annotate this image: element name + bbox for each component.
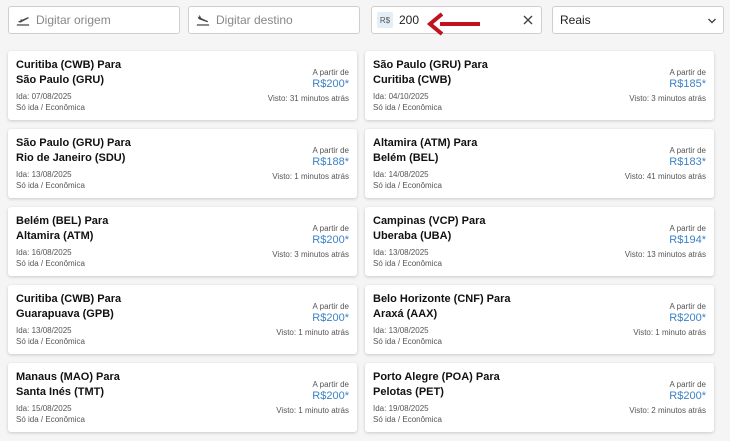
trip-type: Só ida / Econômica bbox=[16, 259, 85, 268]
flight-deal-card[interactable]: Campinas (VCP) Para Uberaba (UBA) Ida: 13… bbox=[365, 207, 714, 276]
origin-input[interactable]: Digitar origem bbox=[8, 6, 180, 34]
departure-date: Ida: 13/08/2025 bbox=[16, 326, 72, 335]
trip-type: Só ida / Econômica bbox=[373, 181, 442, 190]
seen-time: Visto: 3 minutos atrás bbox=[629, 94, 706, 103]
seen-time: Visto: 13 minutos atrás bbox=[624, 250, 706, 259]
price-prefix: A partir de bbox=[669, 146, 706, 155]
arrow-left-icon bbox=[426, 12, 480, 36]
departure-date: Ida: 13/08/2025 bbox=[373, 326, 429, 335]
route-title: Porto Alegre (POA) Para Pelotas (PET) bbox=[373, 371, 500, 398]
flight-deal-card[interactable]: Curitiba (CWB) Para Guarapuava (GPB) Ida:… bbox=[8, 285, 357, 354]
flight-deal-card[interactable]: Manaus (MAO) Para Santa Inés (TMT) Ida: 1… bbox=[8, 363, 357, 432]
price-value: R$183* bbox=[669, 156, 706, 168]
price-value: R$185* bbox=[669, 78, 706, 90]
chevron-down-icon bbox=[708, 18, 716, 24]
currency-value: Reais bbox=[560, 13, 591, 27]
flight-deal-card[interactable]: Porto Alegre (POA) Para Pelotas (PET) Ida… bbox=[365, 363, 714, 432]
price-value: R$188* bbox=[312, 156, 349, 168]
departure-date: Ida: 13/08/2025 bbox=[373, 248, 429, 257]
trip-type: Só ida / Econômica bbox=[16, 337, 85, 346]
route-title: Curitiba (CWB) Para São Paulo (GRU) bbox=[16, 59, 122, 86]
price-value: R$200* bbox=[312, 234, 349, 246]
price-value: 200 bbox=[399, 13, 420, 27]
departure-date: Ida: 04/10/2025 bbox=[373, 92, 429, 101]
destination-placeholder: Digitar destino bbox=[216, 13, 293, 27]
seen-time: Visto: 1 minutos atrás bbox=[272, 172, 349, 181]
close-icon[interactable] bbox=[522, 14, 534, 26]
flight-deal-card[interactable]: São Paulo (GRU) Para Rio de Janeiro (SDU… bbox=[8, 129, 357, 198]
seen-time: Visto: 1 minuto atrás bbox=[276, 406, 349, 415]
price-prefix: A partir de bbox=[669, 68, 706, 77]
trip-type: Só ida / Econômica bbox=[16, 415, 85, 424]
currency-badge: R$ bbox=[377, 12, 393, 28]
departure-date: Ida: 13/08/2025 bbox=[16, 170, 72, 179]
destination-input[interactable]: Digitar destino bbox=[188, 6, 360, 34]
price-value: R$200* bbox=[312, 78, 349, 90]
price-value: R$200* bbox=[312, 390, 349, 402]
trip-type: Só ida / Econômica bbox=[16, 103, 85, 112]
route-title: Belo Horizonte (CNF) Para Araxá (AAX) bbox=[373, 293, 511, 320]
route-title: São Paulo (GRU) Para Rio de Janeiro (SDU… bbox=[16, 137, 131, 164]
trip-type: Só ida / Econômica bbox=[16, 181, 85, 190]
currency-select[interactable]: Reais bbox=[552, 6, 724, 34]
trip-type: Só ida / Econômica bbox=[373, 337, 442, 346]
route-title: Campinas (VCP) Para Uberaba (UBA) bbox=[373, 215, 486, 242]
price-prefix: A partir de bbox=[312, 224, 349, 233]
price-prefix: A partir de bbox=[312, 302, 349, 311]
price-prefix: A partir de bbox=[312, 146, 349, 155]
seen-time: Visto: 2 minutos atrás bbox=[629, 406, 706, 415]
flight-deal-card[interactable]: Belo Horizonte (CNF) Para Araxá (AAX) Ida… bbox=[365, 285, 714, 354]
origin-placeholder: Digitar origem bbox=[36, 13, 111, 27]
price-prefix: A partir de bbox=[669, 380, 706, 389]
price-value: R$200* bbox=[669, 390, 706, 402]
route-title: Belém (BEL) Para Altamira (ATM) bbox=[16, 215, 109, 242]
price-prefix: A partir de bbox=[669, 302, 706, 311]
departure-date: Ida: 19/08/2025 bbox=[373, 404, 429, 413]
departure-date: Ida: 15/08/2025 bbox=[16, 404, 72, 413]
route-title: Altamira (ATM) Para Belém (BEL) bbox=[373, 137, 478, 164]
flight-deal-card[interactable]: Belém (BEL) Para Altamira (ATM) Ida: 16/0… bbox=[8, 207, 357, 276]
trip-type: Só ida / Econômica bbox=[373, 259, 442, 268]
price-value: R$194* bbox=[669, 234, 706, 246]
seen-time: Visto: 3 minutos atrás bbox=[272, 250, 349, 259]
seen-time: Visto: 31 minutos atrás bbox=[267, 94, 349, 103]
price-prefix: A partir de bbox=[669, 224, 706, 233]
route-title: São Paulo (GRU) Para Curitiba (CWB) bbox=[373, 59, 488, 86]
seen-time: Visto: 41 minutos atrás bbox=[624, 172, 706, 181]
flight-deal-card[interactable]: Curitiba (CWB) Para São Paulo (GRU) Ida: … bbox=[8, 51, 357, 120]
route-title: Curitiba (CWB) Para Guarapuava (GPB) bbox=[16, 293, 122, 320]
price-value: R$200* bbox=[312, 312, 349, 324]
route-title: Manaus (MAO) Para Santa Inés (TMT) bbox=[16, 371, 120, 398]
plane-landing-icon bbox=[196, 14, 210, 26]
price-value: R$200* bbox=[669, 312, 706, 324]
departure-date: Ida: 16/08/2025 bbox=[16, 248, 72, 257]
departure-date: Ida: 14/08/2025 bbox=[373, 170, 429, 179]
search-filters: Digitar origem Digitar destino R$ 200 Re… bbox=[8, 6, 724, 36]
trip-type: Só ida / Econômica bbox=[373, 103, 442, 112]
flight-deal-card[interactable]: Altamira (ATM) Para Belém (BEL) Ida: 14/0… bbox=[365, 129, 714, 198]
trip-type: Só ida / Econômica bbox=[373, 415, 442, 424]
price-prefix: A partir de bbox=[312, 380, 349, 389]
plane-takeoff-icon bbox=[16, 17, 30, 26]
flight-deal-card[interactable]: São Paulo (GRU) Para Curitiba (CWB) Ida: … bbox=[365, 51, 714, 120]
seen-time: Visto: 1 minuto atrás bbox=[633, 328, 706, 337]
price-prefix: A partir de bbox=[312, 68, 349, 77]
departure-date: Ida: 07/08/2025 bbox=[16, 92, 72, 101]
seen-time: Visto: 1 minuto atrás bbox=[276, 328, 349, 337]
